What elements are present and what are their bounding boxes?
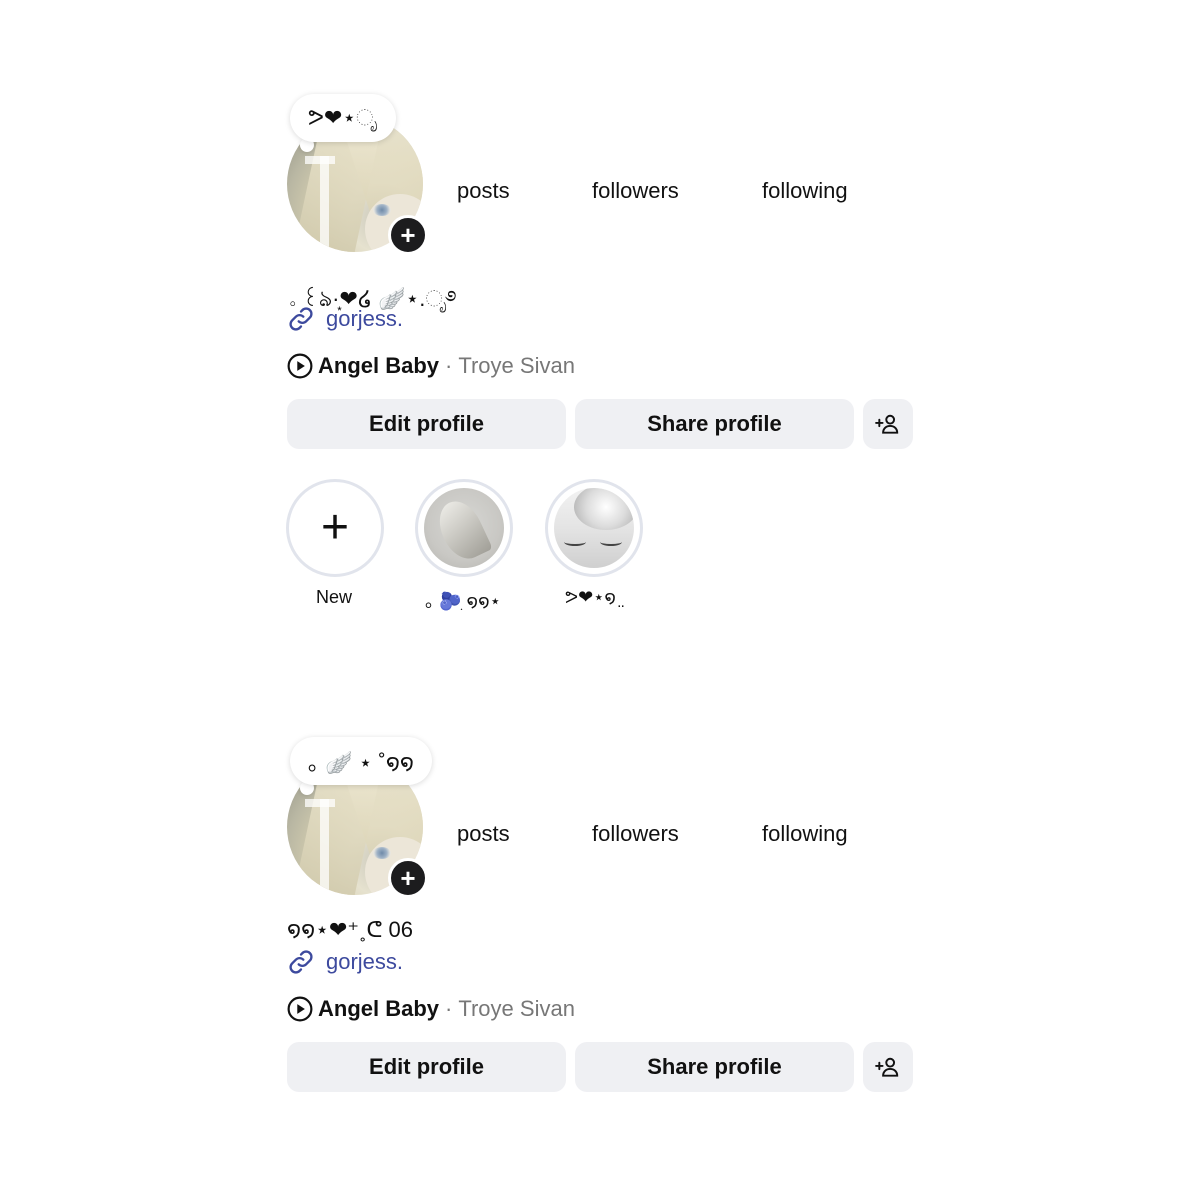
song-artist: Troye Sivan bbox=[458, 353, 575, 378]
posts-stat[interactable]: posts bbox=[457, 178, 510, 204]
play-circle-icon bbox=[287, 996, 313, 1022]
add-user-icon bbox=[875, 414, 899, 434]
share-profile-button[interactable]: Share profile bbox=[575, 399, 854, 449]
share-profile-button[interactable]: Share profile bbox=[575, 1042, 854, 1092]
profile-link[interactable]: gorjess. bbox=[287, 305, 403, 333]
song-artist: Troye Sivan bbox=[458, 996, 575, 1021]
play-circle-icon bbox=[287, 353, 313, 379]
edit-profile-button[interactable]: Edit profile bbox=[287, 1042, 566, 1092]
add-story-badge[interactable]: + bbox=[388, 858, 428, 898]
highlight-new[interactable]: + New bbox=[286, 479, 384, 608]
followers-stat[interactable]: followers bbox=[592, 178, 679, 204]
profile-note[interactable]: ｡ 🪽 ⋆ ˚໑໑ bbox=[290, 737, 433, 785]
profile-link-text[interactable]: gorjess. bbox=[326, 949, 403, 975]
profile-music[interactable]: Angel Baby · Troye Sivan bbox=[287, 996, 575, 1022]
followers-stat[interactable]: followers bbox=[592, 821, 679, 847]
profile-note[interactable]: ᕗ❤︎⋆ೃ bbox=[290, 94, 396, 142]
edit-profile-button[interactable]: Edit profile bbox=[287, 399, 566, 449]
highlight-caption: ｡ 🫐ִ ໑໑⋆ bbox=[425, 591, 501, 611]
highlight-item[interactable]: ᕗ❤︎⋆໑ ̤ bbox=[545, 479, 643, 608]
profile-link[interactable]: gorjess. bbox=[287, 948, 403, 976]
highlight-cover bbox=[554, 488, 634, 568]
highlight-caption: New bbox=[315, 587, 352, 607]
following-stat[interactable]: following bbox=[762, 821, 848, 847]
discover-people-button[interactable] bbox=[863, 1042, 913, 1092]
add-story-badge[interactable]: + bbox=[388, 215, 428, 255]
plus-icon: + bbox=[400, 863, 416, 893]
highlight-item[interactable]: ｡ 🫐ִ ໑໑⋆ bbox=[415, 479, 513, 613]
song-title: Angel Baby bbox=[318, 353, 440, 378]
posts-stat[interactable]: posts bbox=[457, 821, 510, 847]
highlight-caption: ᕗ❤︎⋆໑ ̤ bbox=[565, 587, 621, 607]
link-icon bbox=[289, 950, 313, 974]
music-separator: · bbox=[445, 996, 453, 1021]
profile-name: ໑໑⋆❤︎⁺˳ᕦ 06 bbox=[287, 917, 413, 942]
plus-icon: + bbox=[320, 501, 350, 554]
music-separator: · bbox=[445, 353, 453, 378]
plus-icon: + bbox=[400, 220, 416, 250]
discover-people-button[interactable] bbox=[863, 399, 913, 449]
profile-music[interactable]: Angel Baby · Troye Sivan bbox=[287, 353, 575, 379]
link-icon bbox=[289, 307, 313, 331]
highlight-cover bbox=[424, 488, 504, 568]
profile-link-text[interactable]: gorjess. bbox=[326, 306, 403, 332]
song-title: Angel Baby bbox=[318, 996, 440, 1021]
following-stat[interactable]: following bbox=[762, 178, 848, 204]
add-user-icon bbox=[875, 1057, 899, 1077]
